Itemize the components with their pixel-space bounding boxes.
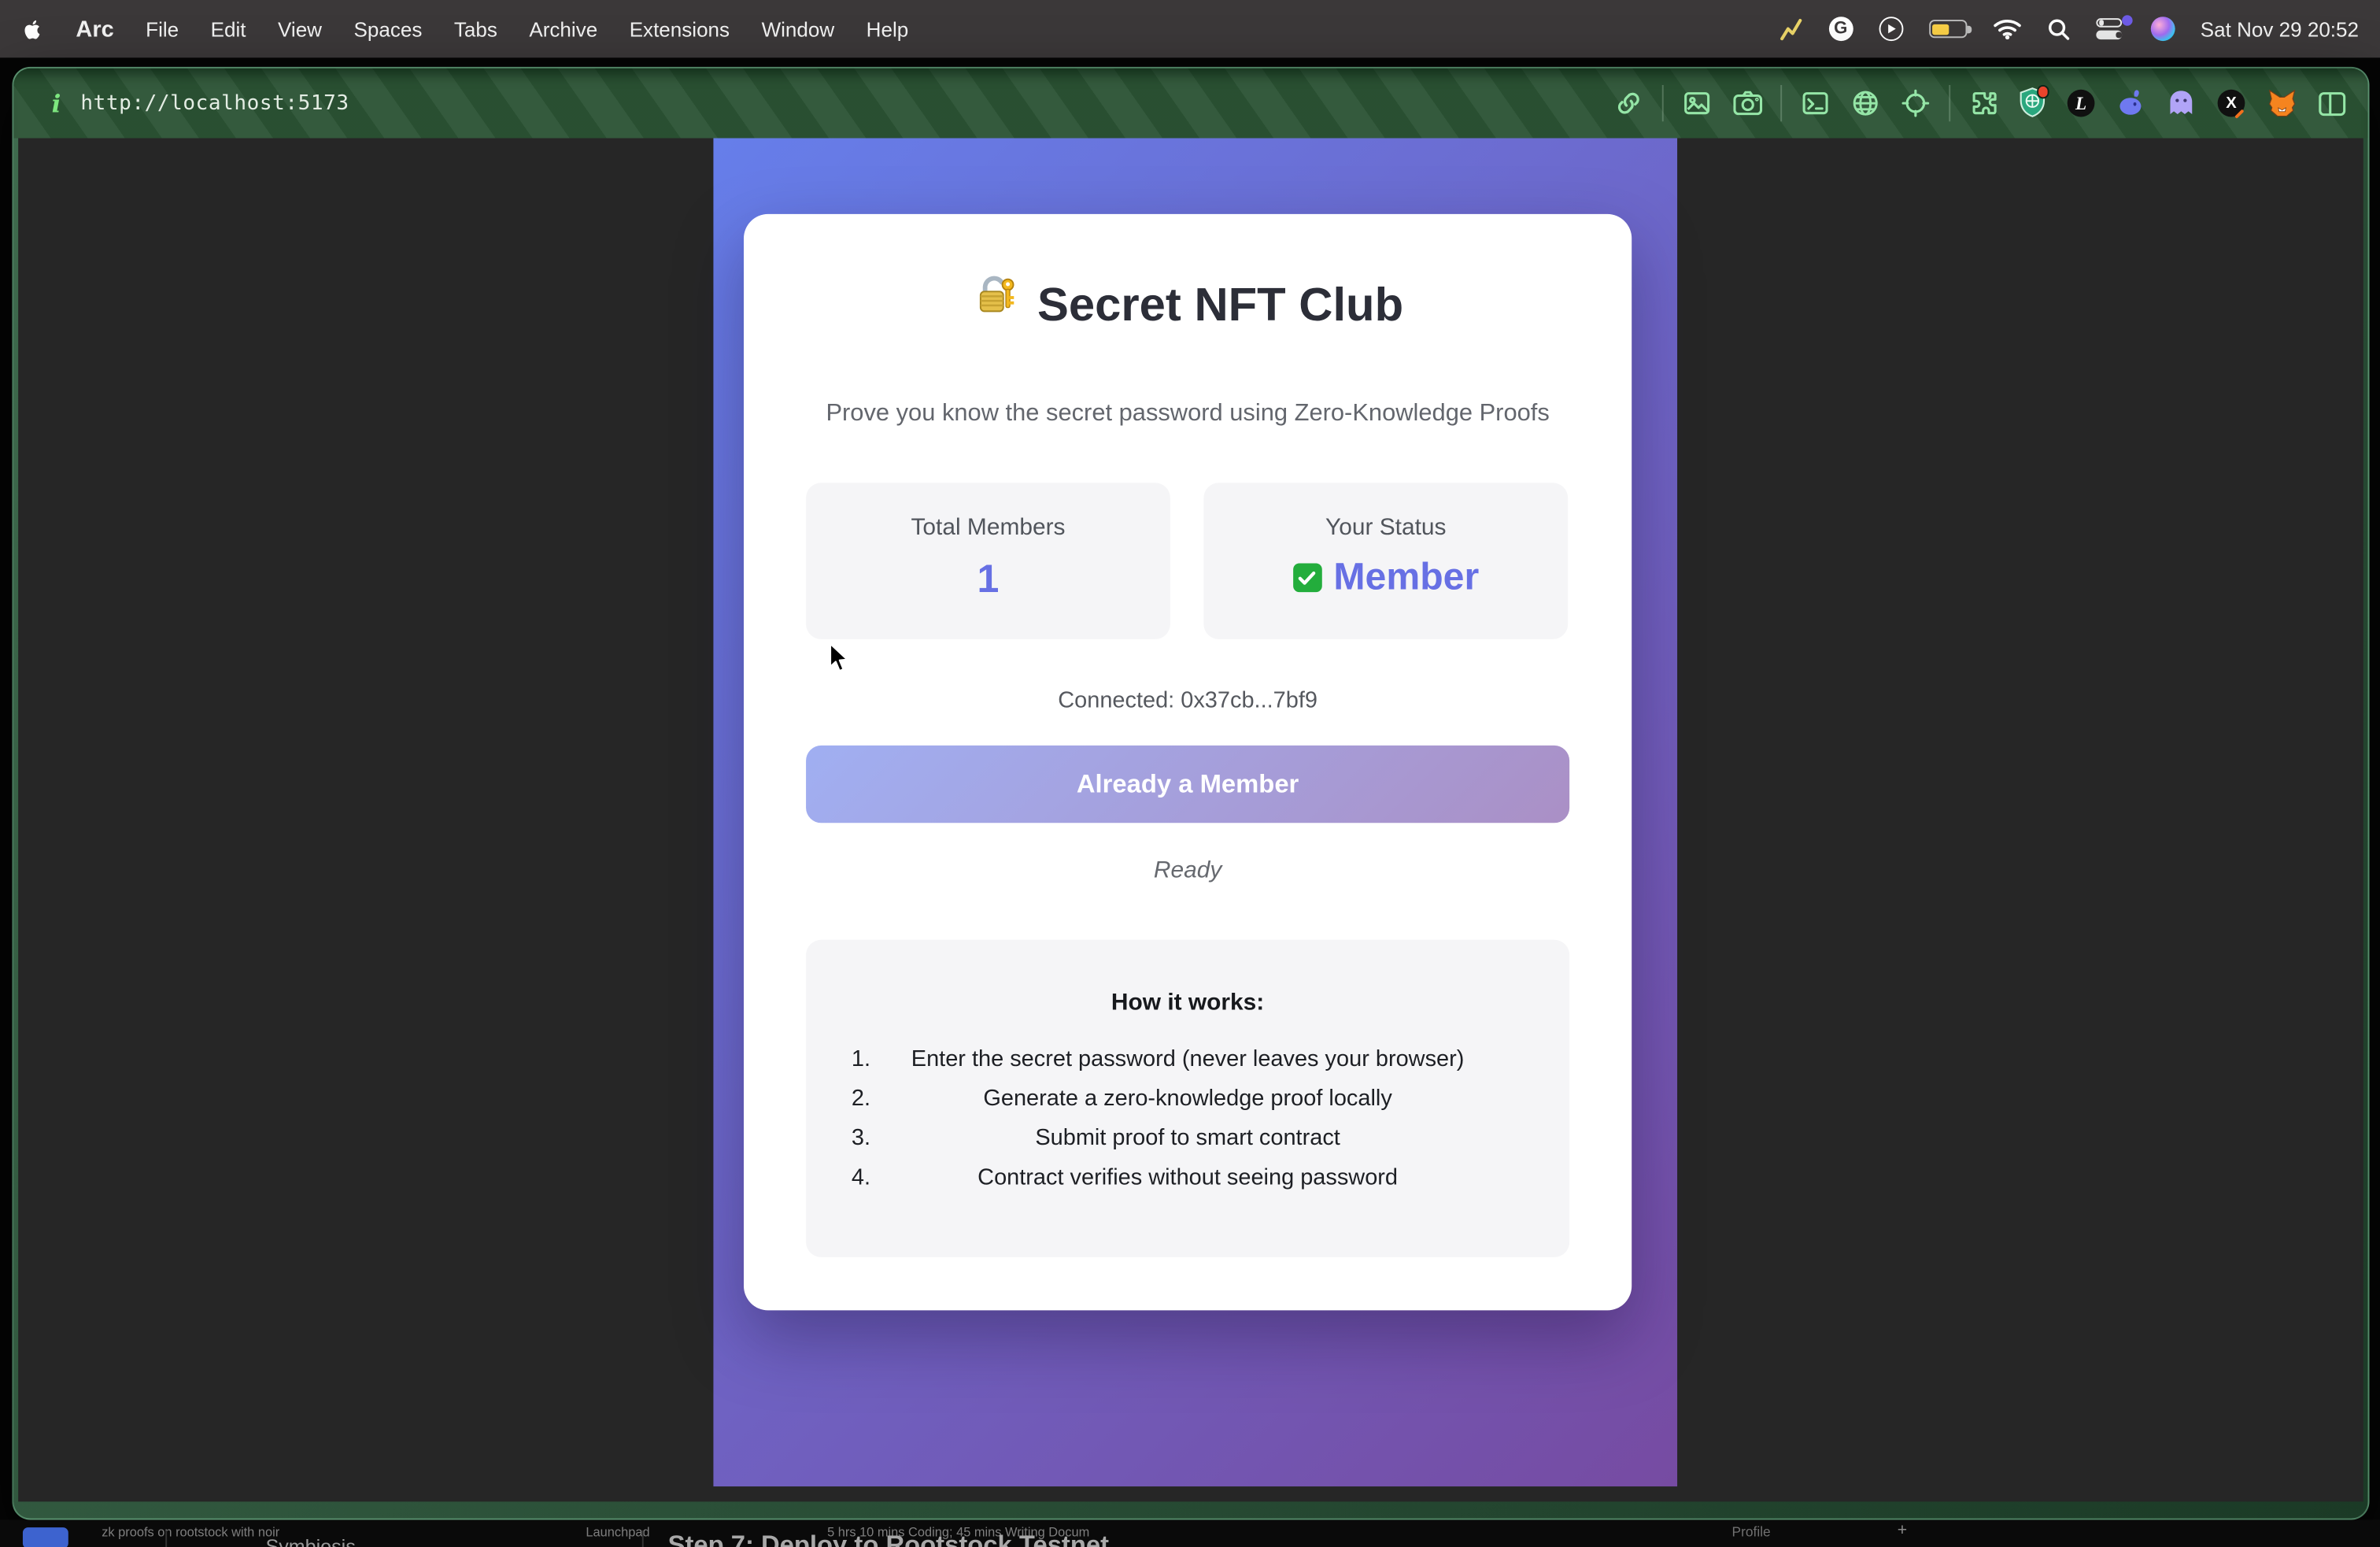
menu-item-help[interactable]: Help xyxy=(867,17,909,40)
battery-icon[interactable] xyxy=(1929,20,1967,38)
background-window-strip: zk proofs on rootstock with noir Launchp… xyxy=(0,1519,2380,1547)
member-status-value: Member xyxy=(1203,556,1568,600)
search-icon[interactable] xyxy=(2047,17,2070,40)
total-members-value: 1 xyxy=(806,556,1170,603)
siri-icon[interactable] xyxy=(2150,17,2175,41)
macos-menu-bar: Arc File Edit View Spaces Tabs Archive E… xyxy=(0,0,2380,57)
page-title-text: Secret NFT Club xyxy=(1037,272,1403,339)
toolbar-divider xyxy=(1949,85,1950,121)
already-member-button[interactable]: Already a Member xyxy=(806,746,1569,823)
url-bar[interactable]: i http://localhost:5173 xyxy=(52,89,349,118)
how-step-3: 3.Submit proof to smart contract xyxy=(806,1119,1569,1158)
site-info-icon[interactable]: i xyxy=(52,89,61,118)
menu-item-file[interactable]: File xyxy=(146,17,179,40)
camera-icon[interactable] xyxy=(1731,87,1764,120)
shield-privacy-icon[interactable] xyxy=(2017,87,2048,120)
crosshair-icon[interactable] xyxy=(1899,87,1932,120)
stocks-icon[interactable] xyxy=(1779,17,1803,40)
how-it-works-title: How it works: xyxy=(806,990,1569,1017)
stat-label: Total Members xyxy=(806,515,1170,542)
page-title: Secret NFT Club xyxy=(744,272,1632,339)
how-step-1: 1.Enter the secret password (never leave… xyxy=(806,1040,1569,1079)
stat-label: Your Status xyxy=(1203,515,1568,542)
bg-tiny-text-left: zk proofs on rootstock with noir xyxy=(102,1523,279,1538)
bg-step-heading: Step 7: Deploy to Rootstock Testnet xyxy=(668,1530,1109,1547)
bg-symbiosis-text: Symbiosis xyxy=(265,1535,355,1547)
menu-item-archive[interactable]: Archive xyxy=(529,17,597,40)
bg-divider xyxy=(165,1530,167,1547)
page-subtitle: Prove you know the secret password using… xyxy=(744,396,1632,432)
page-background: Secret NFT Club Prove you know the secre… xyxy=(713,138,1677,1486)
mouse-cursor xyxy=(829,642,852,683)
blue-tab-badge[interactable] xyxy=(23,1527,68,1547)
menu-app-name[interactable]: Arc xyxy=(76,16,113,42)
screen: Arc File Edit View Spaces Tabs Archive E… xyxy=(0,0,2380,1547)
link-icon[interactable] xyxy=(1612,87,1645,120)
blue-bunny-icon[interactable] xyxy=(2114,87,2147,120)
bg-divider xyxy=(642,1530,644,1547)
browser-toolbar: i http://localhost:5173 xyxy=(13,68,2367,139)
arc-browser-window: i http://localhost:5173 xyxy=(12,67,2369,1520)
metamask-fox-icon[interactable] xyxy=(2264,87,2297,120)
total-members-box: Total Members 1 xyxy=(806,483,1170,639)
menu-item-extensions[interactable]: Extensions xyxy=(630,17,730,40)
menu-item-tabs[interactable]: Tabs xyxy=(454,17,497,40)
notification-dot xyxy=(2036,85,2049,98)
check-icon xyxy=(1292,563,1321,592)
toolbar-divider xyxy=(1780,85,1782,121)
play-circle-icon[interactable] xyxy=(1879,17,1903,41)
menu-item-spaces[interactable]: Spaces xyxy=(354,17,423,40)
your-status-box: Your Status Member xyxy=(1203,483,1568,639)
browser-viewport: Secret NFT Club Prove you know the secre… xyxy=(18,138,2363,1501)
how-step-2: 2.Generate a zero-knowledge proof locall… xyxy=(806,1079,1569,1119)
how-it-works-box: How it works: 1.Enter the secret passwor… xyxy=(806,940,1569,1257)
status-text: Ready xyxy=(744,858,1632,886)
how-step-4: 4.Contract verifies without seeing passw… xyxy=(806,1158,1569,1197)
sidebar-toggle-icon[interactable] xyxy=(2315,87,2348,120)
bg-plus-text: + xyxy=(1898,1521,1907,1539)
image-icon[interactable] xyxy=(1680,87,1713,120)
phantom-ghost-icon[interactable] xyxy=(2164,87,2197,120)
script-l-icon[interactable]: L xyxy=(2064,87,2097,120)
bg-profile-text: Profile xyxy=(1731,1523,1770,1538)
lock-with-key-icon xyxy=(972,272,1021,339)
wifi-icon[interactable] xyxy=(1993,18,2022,39)
puzzle-icon[interactable] xyxy=(1967,87,2000,120)
control-center-icon[interactable] xyxy=(2096,18,2125,39)
bg-tiny-text-mid: Launchpad xyxy=(586,1523,649,1538)
menu-bar-clock[interactable]: Sat Nov 29 20:52 xyxy=(2201,17,2359,40)
menu-item-window[interactable]: Window xyxy=(762,17,835,40)
terminal-icon[interactable] xyxy=(1798,87,1831,120)
toolbar-divider xyxy=(1662,85,1664,121)
grammarly-icon[interactable]: G xyxy=(1828,17,1853,41)
url-text[interactable]: http://localhost:5173 xyxy=(80,91,349,116)
secret-nft-club-card: Secret NFT Club Prove you know the secre… xyxy=(744,214,1632,1310)
connected-address: Connected: 0x37cb...7bf9 xyxy=(744,688,1632,714)
globe-icon[interactable] xyxy=(1849,87,1882,120)
apple-logo-icon[interactable] xyxy=(21,16,44,42)
x-app-icon[interactable]: X xyxy=(2215,87,2248,120)
menu-item-view[interactable]: View xyxy=(278,17,322,40)
menu-item-edit[interactable]: Edit xyxy=(211,17,246,40)
